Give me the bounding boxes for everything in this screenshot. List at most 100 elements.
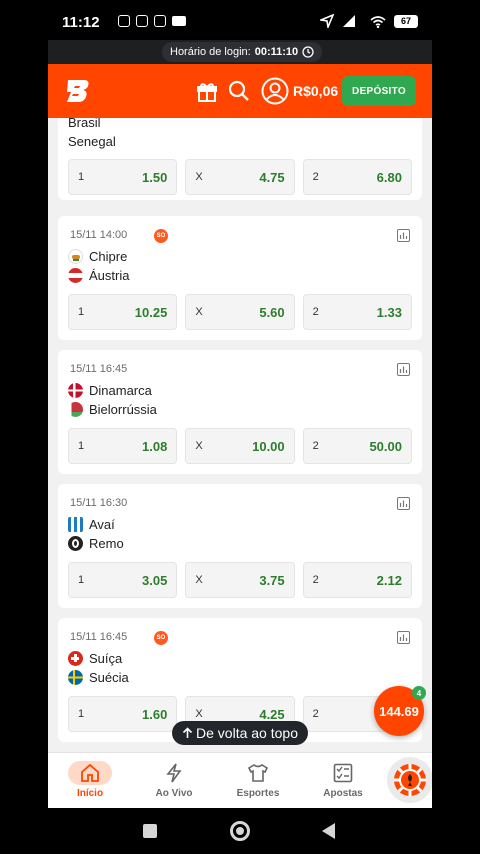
deposit-button[interactable]: DEPÓSITO bbox=[342, 76, 416, 106]
casino-button[interactable] bbox=[387, 757, 432, 803]
odd-draw-button[interactable]: X 5.60 bbox=[185, 294, 295, 330]
odd-value: 4.75 bbox=[259, 169, 285, 185]
odd-value: 1.50 bbox=[142, 169, 168, 185]
nav-item-ao-vivo[interactable]: Ao Vivo bbox=[139, 753, 209, 808]
away-team-name: Suécia bbox=[89, 670, 129, 685]
stats-icon[interactable] bbox=[397, 497, 410, 510]
home-button[interactable] bbox=[230, 821, 250, 841]
odd-home-button[interactable]: 1 10.25 bbox=[68, 294, 178, 330]
betslip-count-badge: 4 bbox=[412, 686, 426, 700]
odd-away-button[interactable]: 2 2.12 bbox=[302, 562, 412, 598]
odd-label: 2 bbox=[312, 171, 319, 183]
user-account-icon[interactable] bbox=[261, 77, 289, 105]
home-team-name: Dinamarca bbox=[89, 383, 152, 398]
odd-label: 2 bbox=[312, 440, 319, 452]
home-team: Chipre bbox=[68, 249, 127, 264]
odd-value: 1.33 bbox=[376, 304, 402, 320]
away-team-name: Remo bbox=[89, 536, 124, 551]
wifi-icon bbox=[370, 15, 386, 28]
stats-icon[interactable] bbox=[397, 363, 410, 376]
away-team: Suécia bbox=[68, 670, 129, 685]
home-team: Avaí bbox=[68, 517, 115, 532]
instagram-icon bbox=[154, 15, 166, 27]
home-team-name: Chipre bbox=[89, 249, 128, 264]
nav-label: Ao Vivo bbox=[155, 788, 193, 799]
odd-label: 2 bbox=[312, 708, 319, 720]
odd-label: X bbox=[195, 171, 203, 183]
away-team-name: Senegal bbox=[68, 134, 116, 149]
recent-apps-button[interactable] bbox=[143, 824, 157, 838]
odd-draw-button[interactable]: X 3.75 bbox=[185, 562, 295, 598]
stats-icon[interactable] bbox=[397, 229, 410, 242]
instagram-icon bbox=[136, 15, 148, 27]
search-icon[interactable] bbox=[228, 80, 250, 102]
denmark-flag-icon bbox=[68, 383, 83, 398]
odd-label: 2 bbox=[312, 574, 319, 586]
back-to-top-button[interactable]: De volta ao topo bbox=[172, 721, 308, 745]
odd-home-button[interactable]: 1 1.50 bbox=[68, 159, 178, 195]
system-icons: 67 bbox=[320, 14, 418, 28]
odd-draw-button[interactable]: X 10.00 bbox=[185, 428, 295, 464]
odd-label: X bbox=[195, 708, 203, 720]
odds-row: 1 10.25 X 5.60 2 1.33 bbox=[68, 294, 412, 330]
match-card[interactable]: 15/11 16:45 Dinamarca Bielorrússia 1 1.08… bbox=[58, 350, 422, 474]
odds-row: 1 1.08 X 10.00 2 50.00 bbox=[68, 428, 412, 464]
android-navigation-bar bbox=[0, 808, 480, 854]
odd-value: 3.75 bbox=[259, 572, 285, 588]
odds-row: 1 3.05 X 3.75 2 2.12 bbox=[68, 562, 412, 598]
status-bar: 11:12 67 bbox=[0, 0, 480, 40]
odd-away-button[interactable]: 2 50.00 bbox=[302, 428, 412, 464]
odd-draw-button[interactable]: X 4.75 bbox=[185, 159, 295, 195]
away-team: Remo bbox=[68, 536, 124, 551]
casino-chip-icon bbox=[394, 764, 426, 796]
nav-label: Esportes bbox=[236, 788, 280, 799]
status-time: 11:12 bbox=[62, 14, 100, 31]
match-card[interactable]: 15/11 14:00 SO Chipre Áustria 1 10.25 X 5.… bbox=[58, 216, 422, 340]
home-team-name: Brasil bbox=[68, 118, 101, 130]
bottom-nav: Início Ao Vivo Esportes Apostas bbox=[48, 752, 432, 808]
odd-value: 4.25 bbox=[259, 706, 285, 722]
match-card[interactable]: 15/11 16:30 Avaí Remo 1 3.05 X 3.75 2 2.12 bbox=[58, 484, 422, 608]
match-list[interactable]: Brasil Senegal 1 1.50 X 4.75 2 6.80 15/11 1… bbox=[48, 118, 432, 752]
stats-icon[interactable] bbox=[397, 631, 410, 644]
home-icon bbox=[68, 761, 112, 785]
away-team: Áustria bbox=[68, 268, 129, 283]
odds-row: 1 1.50 X 4.75 2 6.80 bbox=[68, 159, 412, 195]
odd-away-button[interactable]: 2 6.80 bbox=[302, 159, 412, 195]
odd-home-button[interactable]: 1 3.05 bbox=[68, 562, 178, 598]
cyprus-flag-icon bbox=[68, 249, 83, 264]
nav-item-esportes[interactable]: Esportes bbox=[223, 753, 293, 808]
clock-icon bbox=[302, 46, 314, 58]
login-timer-bar: Horário de login: 00:11:10 bbox=[48, 40, 432, 64]
remo-crest-icon bbox=[68, 536, 83, 551]
odd-value: 10.25 bbox=[134, 304, 168, 320]
odd-value: 50.00 bbox=[369, 438, 402, 454]
back-button[interactable] bbox=[322, 823, 335, 839]
odd-label: 1 bbox=[78, 171, 85, 183]
back-to-top-label: De volta ao topo bbox=[196, 725, 298, 741]
odd-home-button[interactable]: 1 1.08 bbox=[68, 428, 178, 464]
odd-value: 2.12 bbox=[376, 572, 402, 588]
so-badge: SO bbox=[154, 631, 168, 645]
home-team-name: Suíça bbox=[89, 651, 123, 666]
balance-amount[interactable]: R$0,06 bbox=[293, 83, 338, 99]
notification-icons bbox=[118, 15, 186, 27]
nav-item-inicio[interactable]: Início bbox=[55, 753, 125, 808]
arrow-up-icon bbox=[182, 727, 193, 738]
odd-value: 1.60 bbox=[142, 706, 168, 722]
login-timer: Horário de login: 00:11:10 bbox=[162, 42, 323, 62]
odd-value: 1.08 bbox=[142, 438, 168, 454]
away-team-name: Bielorrússia bbox=[89, 402, 157, 417]
odd-label: X bbox=[195, 574, 203, 586]
match-datetime: 15/11 14:00 bbox=[70, 229, 128, 241]
lightning-icon bbox=[152, 761, 196, 785]
belarus-flag-icon bbox=[68, 402, 83, 417]
notification-icon bbox=[118, 15, 130, 27]
home-team-name: Avaí bbox=[89, 517, 115, 532]
nav-item-apostas[interactable]: Apostas bbox=[308, 753, 378, 808]
gift-icon[interactable] bbox=[196, 81, 218, 103]
brand-logo-icon[interactable] bbox=[64, 76, 92, 104]
odd-home-button[interactable]: 1 1.60 bbox=[68, 696, 178, 732]
odd-away-button[interactable]: 2 1.33 bbox=[302, 294, 412, 330]
app-header: R$0,06 DEPÓSITO bbox=[48, 64, 432, 118]
